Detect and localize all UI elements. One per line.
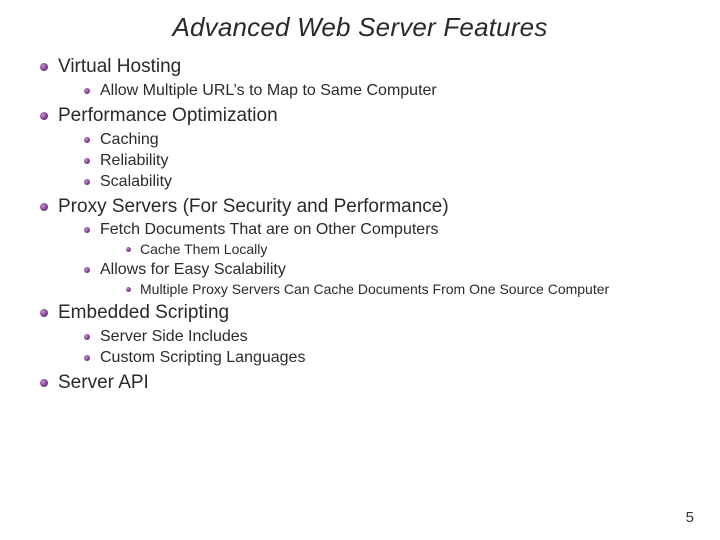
list-item-label: Cache Them Locally	[140, 241, 267, 257]
bullet-list-level3: Cache Them Locally	[100, 241, 680, 259]
page-number: 5	[686, 509, 694, 526]
list-item-label: Custom Scripting Languages	[100, 349, 305, 366]
list-item: Reliability	[84, 151, 680, 171]
list-item: Allow Multiple URL’s to Map to Same Comp…	[84, 81, 680, 101]
list-item-label: Server API	[58, 372, 149, 393]
list-item-label: Fetch Documents That are on Other Comput…	[100, 221, 439, 238]
list-item: Performance Optimization Caching Reliabi…	[40, 104, 680, 192]
list-item-label: Performance Optimization	[58, 105, 278, 126]
bullet-list-level1: Virtual Hosting Allow Multiple URL’s to …	[40, 55, 680, 395]
list-item: Multiple Proxy Servers Can Cache Documen…	[126, 281, 680, 299]
list-item: Scalability	[84, 172, 680, 192]
list-item-label: Allows for Easy Scalability	[100, 261, 286, 278]
list-item: Cache Them Locally	[126, 241, 680, 259]
bullet-list-level3: Multiple Proxy Servers Can Cache Documen…	[100, 281, 680, 299]
list-item-label: Allow Multiple URL’s to Map to Same Comp…	[100, 82, 437, 99]
list-item: Caching	[84, 130, 680, 150]
list-item-label: Embedded Scripting	[58, 302, 229, 323]
list-item: Embedded Scripting Server Side Includes …	[40, 301, 680, 368]
list-item: Server Side Includes	[84, 327, 680, 347]
list-item-label: Multiple Proxy Servers Can Cache Documen…	[140, 281, 609, 297]
list-item-label: Caching	[100, 131, 159, 148]
list-item-label: Scalability	[100, 173, 172, 190]
list-item-label: Reliability	[100, 152, 168, 169]
list-item: Proxy Servers (For Security and Performa…	[40, 195, 680, 299]
slide-title: Advanced Web Server Features	[40, 12, 680, 43]
list-item-label: Server Side Includes	[100, 328, 248, 345]
list-item: Custom Scripting Languages	[84, 348, 680, 368]
bullet-list-level2: Fetch Documents That are on Other Comput…	[58, 220, 680, 298]
bullet-list-level2: Caching Reliability Scalability	[58, 130, 680, 192]
bullet-list-level2: Server Side Includes Custom Scripting La…	[58, 327, 680, 368]
list-item: Fetch Documents That are on Other Comput…	[84, 220, 680, 259]
list-item: Allows for Easy Scalability Multiple Pro…	[84, 260, 680, 299]
list-item-label: Virtual Hosting	[58, 56, 181, 77]
list-item-label: Proxy Servers (For Security and Performa…	[58, 196, 449, 217]
list-item: Virtual Hosting Allow Multiple URL’s to …	[40, 55, 680, 101]
bullet-list-level2: Allow Multiple URL’s to Map to Same Comp…	[58, 81, 680, 101]
list-item: Server API	[40, 371, 680, 395]
slide: Advanced Web Server Features Virtual Hos…	[0, 0, 720, 540]
